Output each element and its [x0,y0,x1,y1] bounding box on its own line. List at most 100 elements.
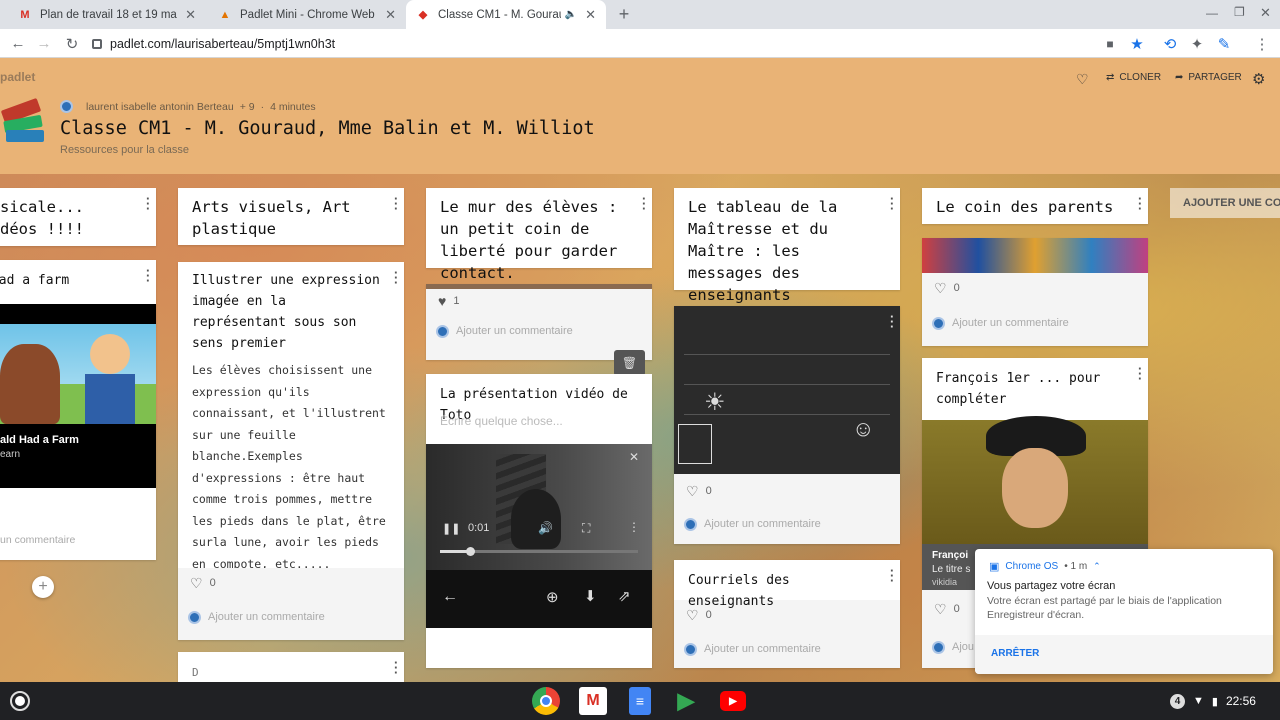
extension-sync-icon[interactable]: ⟲ [1158,29,1182,58]
post-card[interactable]: Illustrer une expression imagée en la re… [178,262,404,640]
zoom-icon[interactable]: ⊕ [546,588,559,606]
share-button[interactable]: ➦ PARTAGER [1175,72,1242,83]
play-store-app-icon[interactable]: ▶ [672,687,700,715]
comment-link[interactable]: un commentaire [0,534,75,546]
forward-icon[interactable]: → [32,29,56,58]
back-arrow-icon[interactable]: ← [442,588,458,606]
add-post-button[interactable]: + [32,576,54,598]
speaker-icon[interactable]: 🔈 [565,9,577,20]
launcher-icon[interactable] [10,691,30,711]
camera-icon[interactable]: ■ [1098,29,1122,58]
more-icon[interactable]: · · · [394,266,398,289]
minimize-icon[interactable]: — [1206,6,1218,20]
more-icon[interactable]: · · · [146,192,150,215]
close-window-icon[interactable]: ✕ [1260,5,1271,21]
back-icon[interactable]: ← [6,29,30,58]
like-count: 0 [209,577,216,589]
heart-icon[interactable]: ♡ [190,575,203,592]
more-icon[interactable]: · · · [890,564,894,587]
new-tab-button[interactable]: + [614,4,634,24]
heart-filled-icon[interactable]: ♥ [438,293,446,309]
post-title: Illustrer une expression imagée en la re… [192,273,380,351]
column-header[interactable]: Le mur des élèves : un petit coin de lib… [426,188,652,282]
reload-icon[interactable]: ↻ [60,29,84,58]
video-progress-track[interactable] [440,547,638,556]
post-card[interactable]: onald had a farm ··· ald Had a Farm earn… [0,260,156,560]
comment-row[interactable]: Ajouter un commentaire [922,310,1079,336]
comment-row[interactable]: Ajouter un commentaire [674,511,831,537]
chalkboard-image[interactable]: ☀ ☺ · · · [674,306,900,474]
add-column-button[interactable]: AJOUTER UNE COL [1170,188,1280,218]
post-card[interactable]: ♡ 0 Ajouter un commentaire [922,238,1148,346]
more-icon[interactable]: · · · [1138,362,1142,385]
status-tray[interactable]: 4 ▼ ▮ 22:56 [1170,692,1270,710]
column-header[interactable]: Le tableau de la Maîtresse et du Maître … [674,188,900,304]
heart-icon[interactable]: ♡ [686,483,699,500]
column-header[interactable]: Le coin des parents · · · [922,188,1148,224]
author-avatar[interactable] [60,100,73,113]
comment-row[interactable]: Ajouter un commentaire [674,636,900,662]
column-header[interactable]: ion musicale... vos vidéos !!!! ··· [0,188,156,246]
chrome-app-icon[interactable] [532,687,560,715]
more-icon[interactable]: · · · [394,192,398,215]
youtube-app-icon[interactable]: ▶ [720,691,746,711]
column-header[interactable]: Arts visuels, Art plastique · · · [178,188,404,245]
extension-pen-icon[interactable]: ✎ [1212,29,1236,58]
trash-icon[interactable]: 🗑 [614,350,645,376]
close-icon[interactable]: ✕ [385,7,396,23]
screen-share-notification: ▣ Chrome OS • 1 m ⌃ Vous partagez votre … [975,549,1273,674]
parents-image[interactable] [922,238,1148,273]
clone-button[interactable]: ⇄ CLONER [1106,72,1161,83]
video-player[interactable]: ✕ ❚❚ 0:01 🔊 ⛶ ⋮ [426,444,652,570]
comment-row[interactable]: Ajouter un commentaire [178,604,404,630]
menu-icon[interactable]: ⋮ [1250,29,1274,58]
extension-bird-icon[interactable]: ✦ [1185,29,1209,58]
tab-padlet[interactable]: ◆ Classe CM1 - M. Gourauad, M 🔈 ✕ [406,0,606,29]
more-icon[interactable]: · · · [146,264,150,287]
pause-icon[interactable]: ❚❚ [442,522,460,535]
heart-icon[interactable]: ♡ [934,280,947,297]
video-more-icon[interactable]: ⋮ [628,520,640,534]
contributors-count[interactable]: + 9 [240,101,255,113]
volume-icon[interactable]: 🔊 [538,521,553,535]
more-icon[interactable]: · · · [642,192,646,215]
lock-icon [92,38,102,49]
docs-app-icon[interactable]: ≡ [629,687,651,715]
more-icon[interactable]: · · · [394,656,398,679]
comment-row[interactable]: Ajouter un commentaire [426,318,652,344]
heart-icon[interactable]: ♡ [1076,71,1089,88]
download-icon[interactable]: ⬇ [584,587,597,605]
timestamp: 4 minutes [270,100,316,113]
chevron-up-icon[interactable]: ⌃ [1093,561,1101,572]
post-card[interactable]: Courriels des enseignants · · · ♡ 0 Ajoute… [674,560,900,668]
gmail-app-icon[interactable]: M [579,687,607,715]
video-thumbnail[interactable]: ald Had a Farm earn [0,304,156,488]
open-external-icon[interactable]: ⇗ [618,587,631,605]
author-name[interactable]: laurent isabelle antonin Berteau [86,101,234,113]
post-card[interactable]: D · · · [178,652,404,682]
post-card[interactable]: ☀ ☺ · · · ♡ 0 Ajouter un commentaire [674,306,900,544]
padlet-logo[interactable]: padlet [0,70,35,84]
tab-webstore[interactable]: ▲ Padlet Mini - Chrome Web Store ✕ [208,0,406,29]
tab-gmail[interactable]: M Plan de travail 18 et 19 mai - laur ✕ [8,0,206,29]
video-progress-knob[interactable] [465,547,475,556]
close-icon[interactable]: ✕ [585,7,596,23]
heart-icon[interactable]: ♡ [934,601,947,618]
maximize-icon[interactable]: ❐ [1234,5,1245,19]
heart-icon[interactable]: ♡ [686,607,699,624]
francois-portrait-image[interactable] [922,416,1148,544]
close-video-icon[interactable]: ✕ [629,450,639,464]
post-card[interactable]: ♥ 1 Ajouter un commentaire [426,284,652,360]
more-icon[interactable]: · · · [890,192,894,215]
more-icon[interactable]: · · · [890,310,894,333]
draft-body-input[interactable]: Écrire quelque chose... [440,414,563,428]
draft-post-card[interactable]: La présentation vidéo de Toto Écrire que… [426,374,652,668]
tab-strip: M Plan de travail 18 et 19 mai - laur ✕ … [0,0,1280,29]
stop-sharing-button[interactable]: ARRÊTER [991,648,1039,659]
fullscreen-icon[interactable]: ⛶ [582,521,590,536]
bookmark-star-icon[interactable]: ★ [1125,29,1149,58]
address-bar[interactable]: padlet.com/laurisaberteau/5mptj1wn0h3t [90,32,1090,55]
more-icon[interactable]: · · · [1138,192,1142,215]
close-icon[interactable]: ✕ [185,7,196,23]
settings-gear-icon[interactable]: ⚙ [1252,70,1265,88]
